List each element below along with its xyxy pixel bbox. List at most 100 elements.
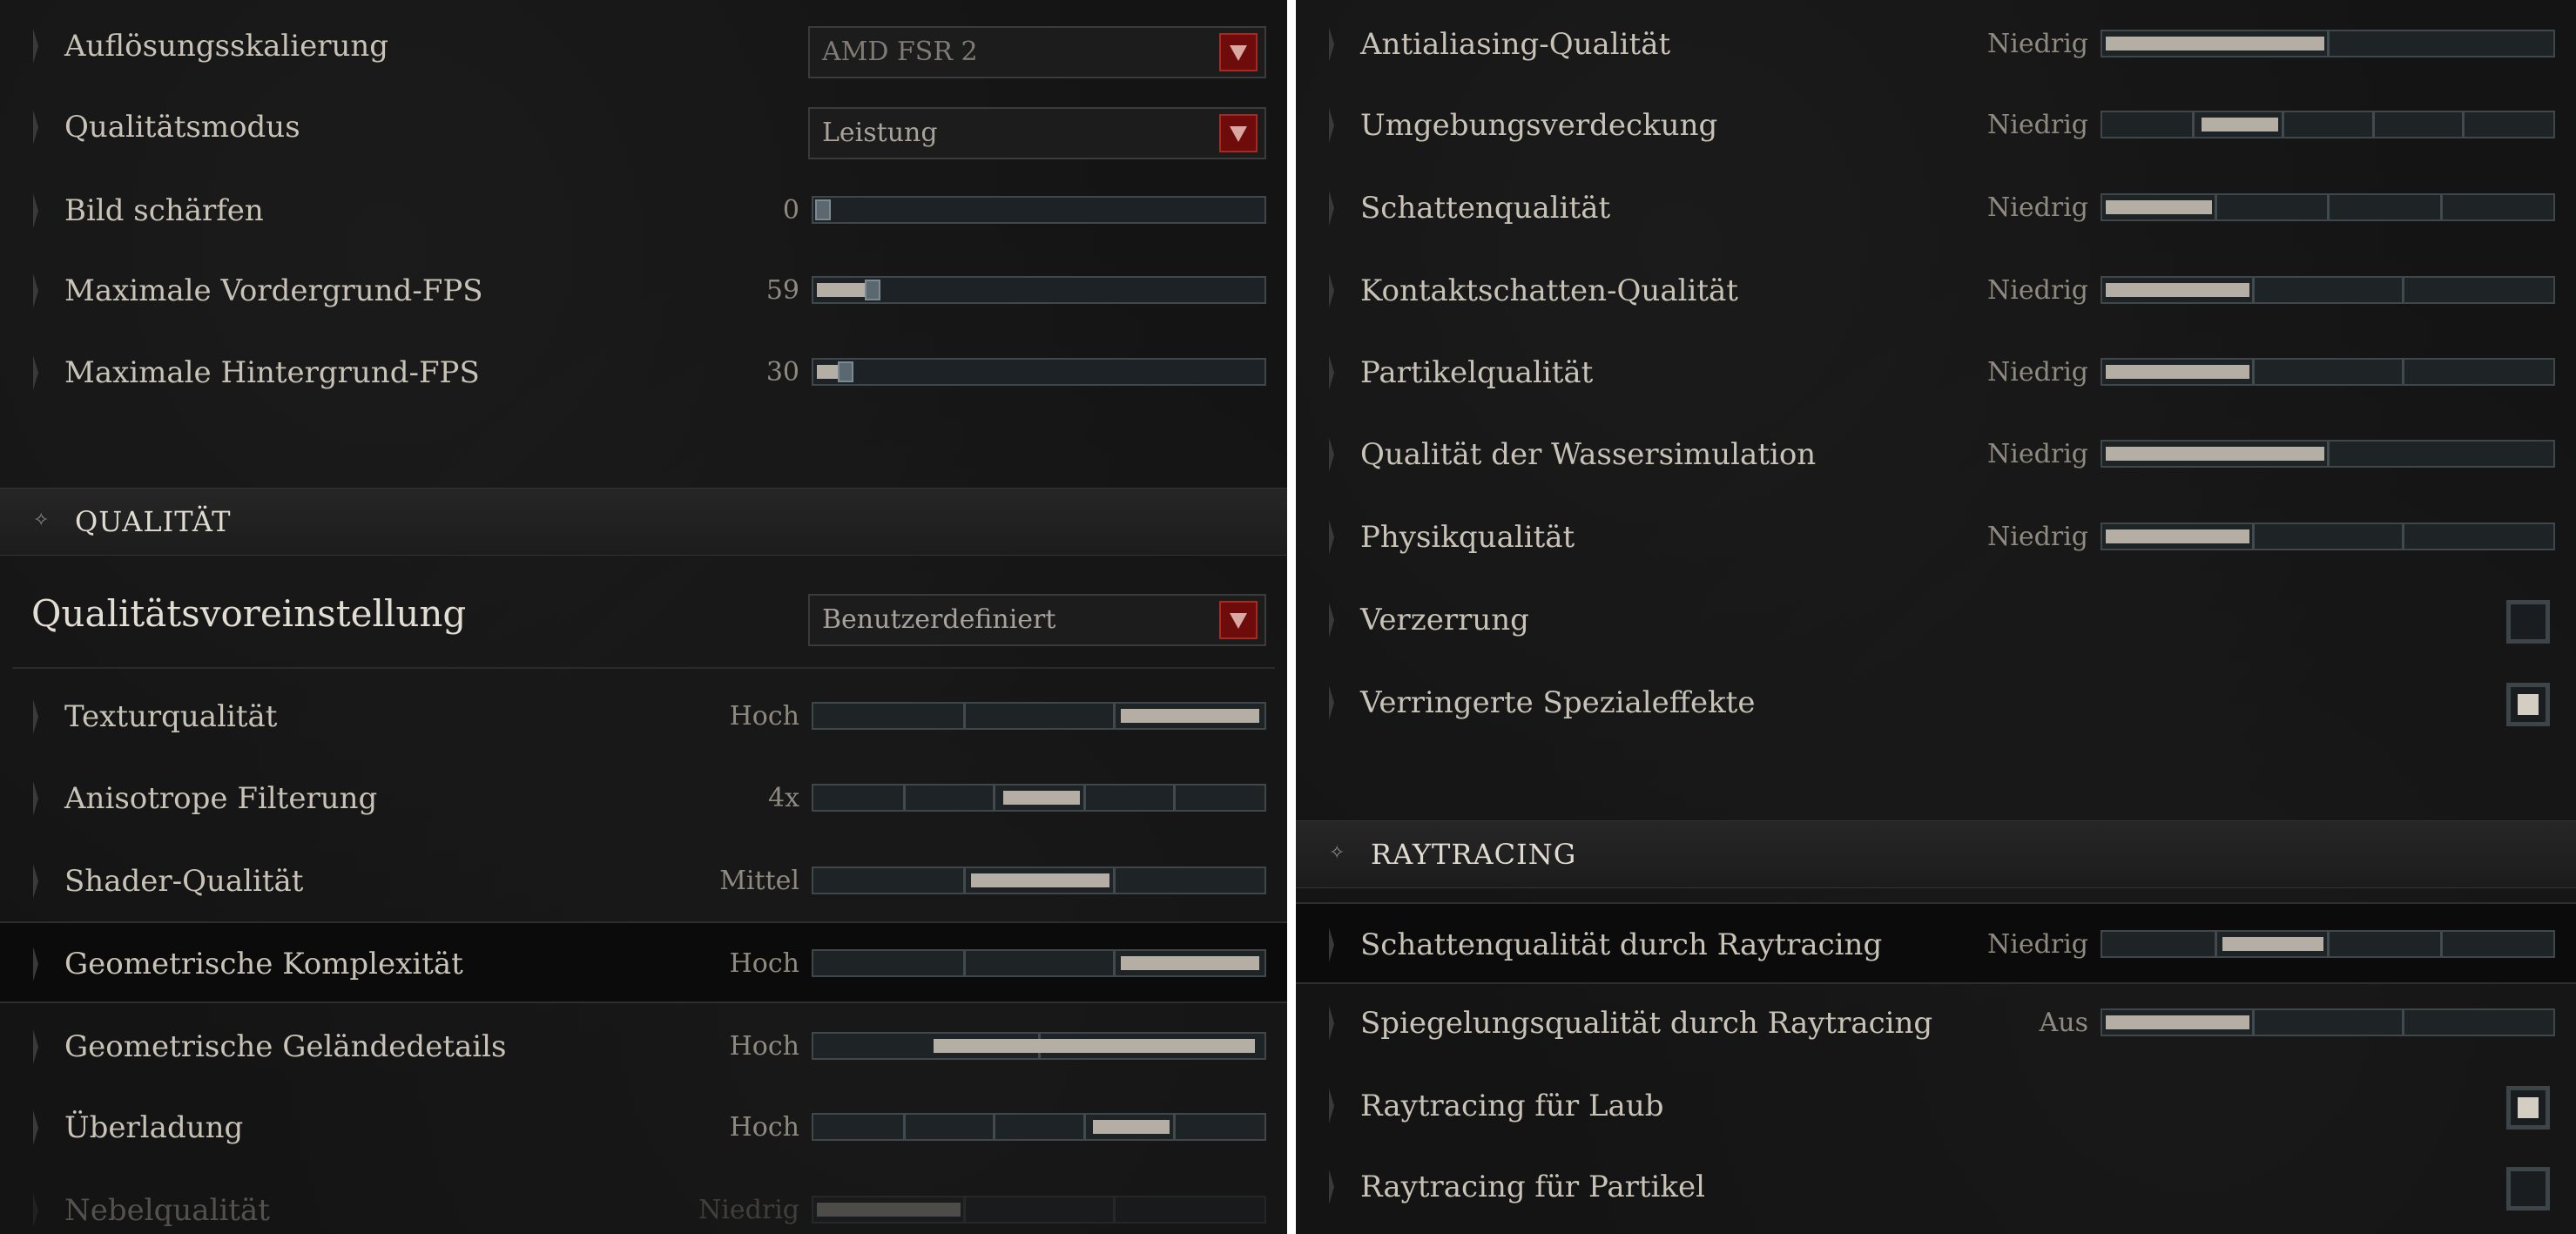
diamond-cross-icon: ✧ bbox=[33, 509, 50, 531]
setting-row-shader-qualitat[interactable]: Shader-Qualität Mittel bbox=[0, 840, 1287, 922]
expand-caret-icon bbox=[33, 110, 38, 145]
setting-row-umgebungsverdeckung[interactable]: Umgebungsverdeckung Niedrig bbox=[1296, 84, 2576, 166]
setting-row-qualitat-der-wassersimulation[interactable]: Qualität der Wassersimulation Niedrig bbox=[1296, 414, 2576, 496]
expand-caret-icon bbox=[1329, 27, 1334, 62]
segment-divider bbox=[2252, 360, 2255, 384]
setting-row-maximale-hintergrund-fps[interactable]: Maximale Hintergrund-FPS 30 bbox=[0, 332, 1287, 414]
texturqualitat-level-bar[interactable] bbox=[812, 702, 1266, 730]
triangle-down-icon[interactable] bbox=[1219, 33, 1258, 71]
setting-label: Shader-Qualität bbox=[64, 864, 304, 899]
setting-label: Auflösungsskalierung bbox=[64, 29, 389, 64]
expand-caret-icon bbox=[1329, 927, 1334, 962]
setting-row-auflosungsskalierung[interactable]: Auflösungsskalierung AMD FSR 2 bbox=[0, 5, 1287, 87]
slider-fill bbox=[817, 365, 840, 379]
expand-caret-icon bbox=[1329, 191, 1334, 226]
setting-row-qualitatsmodus[interactable]: Qualitätsmodus Leistung bbox=[0, 86, 1287, 168]
slider-value: 59 bbox=[765, 275, 799, 306]
setting-row-geometrische-gelandedetails[interactable]: Geometrische Geländedetails Hoch bbox=[0, 1006, 1287, 1088]
setting-row-bild-scharfen[interactable]: Bild schärfen 0 bbox=[0, 170, 1287, 252]
setting-row-schattenqualitat-durch-raytracing[interactable]: Schattenqualität durch Raytracing Niedrig bbox=[1296, 902, 2576, 984]
kontaktschatten-qualitat-level-bar[interactable] bbox=[2101, 276, 2555, 304]
setting-value: 4x bbox=[767, 783, 799, 813]
setting-row-antialiasing-qualitat[interactable]: Antialiasing-Qualität Niedrig bbox=[1296, 3, 2576, 85]
auflosungsskalierung-dropdown[interactable]: AMD FSR 2 bbox=[808, 26, 1266, 78]
setting-row-spiegelungsqualitat-durch-raytracing[interactable]: Spiegelungsqualität durch Raytracing Aus bbox=[1296, 982, 2576, 1064]
raytracing-fur-partikel-checkbox[interactable] bbox=[2506, 1167, 2550, 1210]
schattenqualitat-durch-raytracing-level-bar[interactable] bbox=[2101, 930, 2555, 958]
setting-row-maximale-vordergrund-fps[interactable]: Maximale Vordergrund-FPS 59 bbox=[0, 250, 1287, 332]
setting-label: Schattenqualität bbox=[1360, 191, 1611, 226]
slider-thumb[interactable] bbox=[838, 361, 853, 382]
physikqualitat-level-bar[interactable] bbox=[2101, 523, 2555, 550]
right-settings-panel: Antialiasing-Qualität Niedrig Umgebungsver… bbox=[1296, 0, 2576, 1234]
setting-label: Raytracing für Partikel bbox=[1360, 1170, 1705, 1204]
segment-divider bbox=[2215, 932, 2217, 956]
geometrische-gelandedetails-level-bar[interactable] bbox=[812, 1032, 1266, 1060]
setting-row-verringerte-spezialeffekte[interactable]: Verringerte Spezialeffekte bbox=[1296, 662, 2576, 744]
slider-thumb[interactable] bbox=[865, 280, 880, 300]
setting-row-uberladung[interactable]: Überladung Hoch bbox=[0, 1087, 1287, 1169]
verringerte-spezialeffekte-checkbox[interactable] bbox=[2506, 683, 2550, 726]
setting-value: Hoch bbox=[729, 1112, 799, 1143]
setting-label: Nebelqualität bbox=[64, 1193, 270, 1228]
expand-caret-icon bbox=[33, 1193, 38, 1228]
maximale-hintergrund-fps-slider[interactable] bbox=[812, 358, 1266, 386]
segment-divider bbox=[1113, 868, 1116, 893]
triangle-down-icon[interactable] bbox=[1219, 114, 1258, 152]
level-indicator bbox=[2106, 447, 2324, 461]
segment-divider bbox=[993, 786, 995, 810]
bild-scharfen-slider[interactable] bbox=[812, 196, 1266, 224]
setting-row-anisotrope-filterung[interactable]: Anisotrope Filterung 4x bbox=[0, 758, 1287, 840]
level-indicator bbox=[2106, 1015, 2249, 1029]
segment-divider bbox=[963, 704, 966, 728]
level-indicator bbox=[1003, 791, 1080, 805]
level-indicator bbox=[817, 1203, 961, 1217]
anisotrope-filterung-level-bar[interactable] bbox=[812, 784, 1266, 812]
nebelqualitat-level-bar[interactable] bbox=[812, 1196, 1266, 1224]
slider-thumb[interactable] bbox=[815, 199, 831, 220]
setting-label: Qualität der Wassersimulation bbox=[1360, 437, 1817, 472]
level-indicator bbox=[2106, 529, 2249, 543]
geometrische-komplexitat-level-bar[interactable] bbox=[812, 949, 1266, 977]
expand-caret-icon bbox=[1329, 520, 1334, 555]
setting-row-raytracing-fur-laub[interactable]: Raytracing für Laub bbox=[1296, 1065, 2576, 1147]
dropdown-value: AMD FSR 2 bbox=[822, 37, 978, 67]
segment-divider bbox=[963, 868, 966, 893]
setting-label: Spiegelungsqualität durch Raytracing bbox=[1360, 1006, 1933, 1041]
raytracing-fur-laub-checkbox[interactable] bbox=[2506, 1086, 2550, 1129]
antialiasing-qualitat-level-bar[interactable] bbox=[2101, 30, 2555, 57]
uberladung-level-bar[interactable] bbox=[812, 1113, 1266, 1141]
section-title: RAYTRACING bbox=[1371, 838, 1577, 871]
expand-caret-icon bbox=[1329, 603, 1334, 637]
verzerrung-checkbox[interactable] bbox=[2506, 600, 2550, 644]
setting-row-geometrische-komplexitat[interactable]: Geometrische Komplexität Hoch bbox=[0, 921, 1287, 1003]
spiegelungsqualitat-durch-raytracing-level-bar[interactable] bbox=[2101, 1008, 2555, 1036]
setting-label: Geometrische Komplexität bbox=[64, 947, 463, 981]
umgebungsverdeckung-level-bar[interactable] bbox=[2101, 111, 2555, 138]
expand-caret-icon bbox=[1329, 685, 1334, 720]
setting-label: Qualitätsmodus bbox=[64, 110, 300, 145]
level-indicator bbox=[971, 873, 1109, 887]
segment-divider bbox=[2402, 360, 2404, 384]
setting-row-verzerrung[interactable]: Verzerrung bbox=[1296, 579, 2576, 661]
qualitat-der-wassersimulation-level-bar[interactable] bbox=[2101, 440, 2555, 468]
schattenqualitat-level-bar[interactable] bbox=[2101, 193, 2555, 221]
qualitatsmodus-dropdown[interactable]: Leistung bbox=[808, 107, 1266, 159]
setting-row-partikelqualitat[interactable]: Partikelqualität Niedrig bbox=[1296, 332, 2576, 414]
maximale-vordergrund-fps-slider[interactable] bbox=[812, 276, 1266, 304]
setting-row-schattenqualitat[interactable]: Schattenqualität Niedrig bbox=[1296, 167, 2576, 249]
partikelqualitat-level-bar[interactable] bbox=[2101, 358, 2555, 386]
setting-row-raytracing-fur-partikel[interactable]: Raytracing für Partikel bbox=[1296, 1146, 2576, 1228]
segment-divider bbox=[1083, 786, 1086, 810]
segment-divider bbox=[2372, 112, 2375, 137]
quality-preset-dropdown[interactable]: Benutzerdefiniert bbox=[808, 594, 1266, 646]
setting-row-kontaktschatten-qualitat[interactable]: Kontaktschatten-Qualität Niedrig bbox=[1296, 250, 2576, 332]
setting-row-nebelqualitat[interactable]: Nebelqualität Niedrig bbox=[0, 1170, 1287, 1234]
segment-divider bbox=[2440, 195, 2443, 219]
setting-row-texturqualitat[interactable]: Texturqualität Hoch bbox=[0, 676, 1287, 758]
shader-qualitat-level-bar[interactable] bbox=[812, 866, 1266, 894]
setting-row-physikqualitat[interactable]: Physikqualität Niedrig bbox=[1296, 496, 2576, 578]
triangle-down-icon[interactable] bbox=[1219, 601, 1258, 639]
segment-divider bbox=[2252, 278, 2255, 302]
setting-row-qualitaetsvoreinstellung[interactable]: Qualitätsvoreinstellung Benutzerdefiniert bbox=[0, 573, 1287, 655]
